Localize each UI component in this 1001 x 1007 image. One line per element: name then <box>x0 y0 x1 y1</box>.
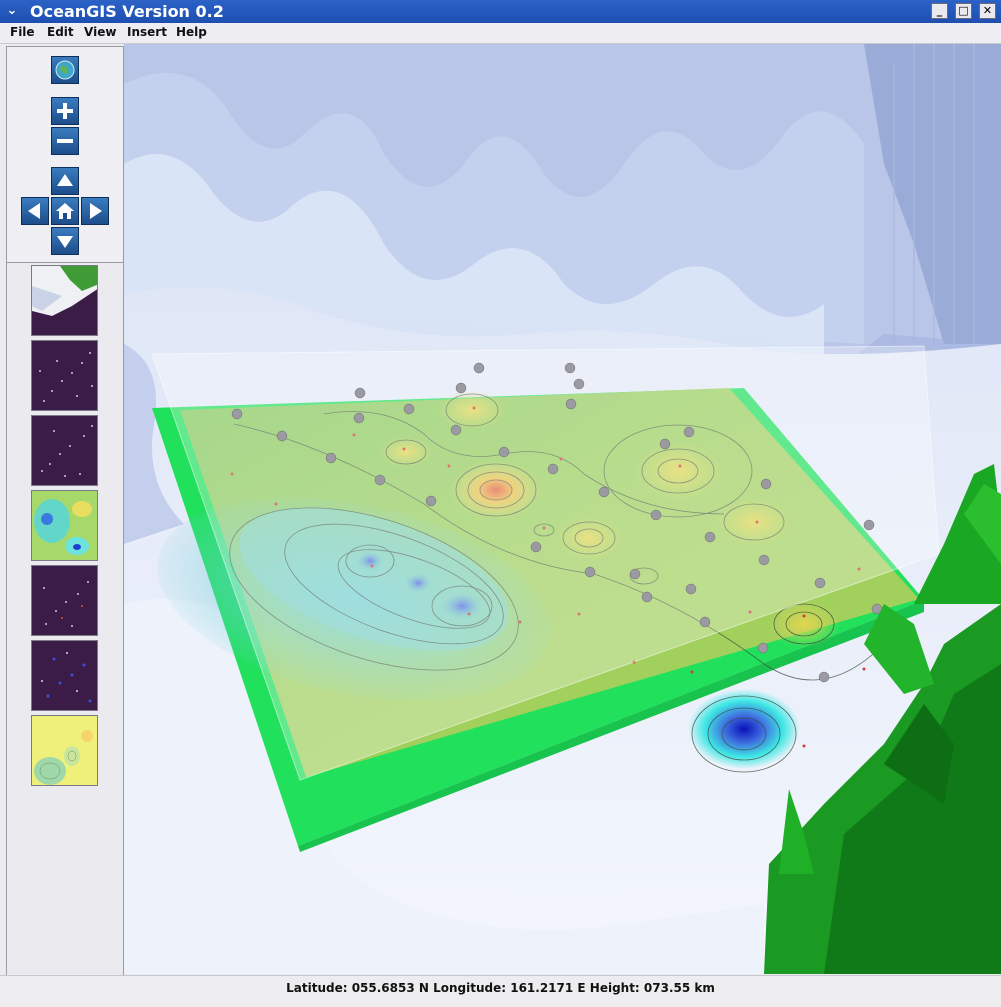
minus-icon[interactable] <box>51 127 79 155</box>
status-bar: Latitude: 055.6853 N Longitude: 161.2171… <box>0 975 1001 1007</box>
3d-map-view[interactable] <box>124 44 1001 974</box>
arrow-up-icon[interactable] <box>51 167 79 195</box>
app-window: ⌄ OceanGIS Version 0.2 _ □ ✕ File Edit V… <box>0 0 1001 1007</box>
menu-edit[interactable]: Edit <box>47 25 74 39</box>
layer-thumbnail[interactable] <box>31 565 98 636</box>
layer-thumbnail[interactable] <box>31 715 98 786</box>
left-panel <box>0 44 124 976</box>
menu-file[interactable]: File <box>10 25 35 39</box>
navigation-panel <box>6 46 124 263</box>
menu-help[interactable]: Help <box>176 25 207 39</box>
layer-thumbnail[interactable] <box>31 640 98 711</box>
layer-thumbnail[interactable] <box>31 415 98 486</box>
layer-thumbnail[interactable] <box>31 490 98 561</box>
window-title: OceanGIS Version 0.2 <box>30 2 224 21</box>
menu-bar: File Edit View Insert Help <box>0 23 1001 44</box>
window-menu-icon[interactable]: ⌄ <box>3 2 21 20</box>
globe-icon[interactable] <box>51 56 79 84</box>
arrow-left-icon[interactable] <box>21 197 49 225</box>
plus-icon[interactable] <box>51 97 79 125</box>
layer-thumbnail[interactable] <box>31 340 98 411</box>
menu-view[interactable]: View <box>84 25 116 39</box>
home-icon[interactable] <box>51 197 79 225</box>
coordinates-readout: Latitude: 055.6853 N Longitude: 161.2171… <box>286 981 715 995</box>
layer-thumbnail[interactable] <box>31 265 98 336</box>
menu-insert[interactable]: Insert <box>127 25 167 39</box>
close-icon[interactable]: ✕ <box>979 3 996 19</box>
maximize-icon[interactable]: □ <box>955 3 972 19</box>
arrow-right-icon[interactable] <box>81 197 109 225</box>
layer-list <box>6 262 124 976</box>
title-bar[interactable]: ⌄ OceanGIS Version 0.2 _ □ ✕ <box>0 0 1001 23</box>
arrow-down-icon[interactable] <box>51 227 79 255</box>
minimize-icon[interactable]: _ <box>931 3 948 19</box>
